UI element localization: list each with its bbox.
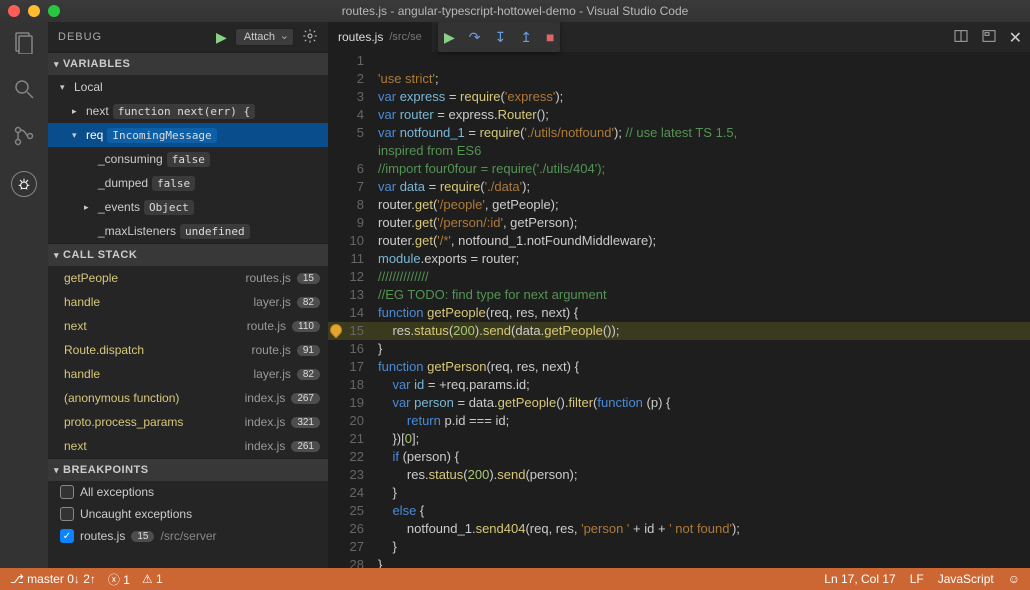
start-debug-button[interactable]: ▶ — [216, 29, 227, 46]
code-line[interactable]: 8router.get('/people', getPeople); — [328, 196, 1030, 214]
code-line[interactable]: 19 var person = data.getPeople().filter(… — [328, 394, 1030, 412]
code-line[interactable]: 3var express = require('express'); — [328, 88, 1030, 106]
code-line[interactable]: 23 res.status(200).send(person); — [328, 466, 1030, 484]
tab-bar: routes.js /src/se ▶ ↷ ↧ ↥ ■ ✕ — [328, 22, 1030, 52]
step-out-button[interactable]: ↥ — [520, 29, 532, 46]
step-into-button[interactable]: ↧ — [495, 29, 507, 46]
cursor-position[interactable]: Ln 17, Col 17 — [824, 572, 895, 586]
stack-frame[interactable]: (anonymous function)index.js267 — [48, 386, 328, 410]
split-editor-icon[interactable] — [953, 28, 969, 49]
code-line[interactable]: 13//EG TODO: find type for next argument — [328, 286, 1030, 304]
callstack-section-header[interactable]: CALL STACK — [48, 244, 328, 266]
code-line[interactable]: 26 notfound_1.send404(req, res, 'person … — [328, 520, 1030, 538]
debug-icon[interactable] — [11, 171, 37, 197]
language-mode[interactable]: JavaScript — [938, 572, 994, 586]
editor: routes.js /src/se ▶ ↷ ↧ ↥ ■ ✕ 𝙸 12'use s… — [328, 22, 1030, 568]
breakpoints-section-header[interactable]: BREAKPOINTS — [48, 459, 328, 481]
variable-row[interactable]: _maxListeners undefined — [48, 219, 328, 243]
code-line[interactable]: 18 var id = +req.params.id; — [328, 376, 1030, 394]
checkbox[interactable] — [60, 507, 74, 521]
variable-scope[interactable]: ▾Local — [48, 75, 328, 99]
debug-sidebar: DEBUG ▶ Attach VARIABLES ▾Local ▸next fu… — [48, 22, 328, 568]
code-line[interactable]: 24 } — [328, 484, 1030, 502]
variable-row[interactable]: ▸_events Object — [48, 195, 328, 219]
gear-icon[interactable] — [302, 28, 318, 47]
tab-path: /src/se — [389, 31, 421, 43]
debug-header: DEBUG ▶ Attach — [48, 22, 328, 52]
stack-frame[interactable]: Route.dispatchroute.js91 — [48, 338, 328, 362]
activity-bar — [0, 22, 48, 568]
feedback-icon[interactable]: ☺ — [1008, 572, 1020, 586]
stack-frame[interactable]: handlelayer.js82 — [48, 362, 328, 386]
code-line[interactable]: 2'use strict'; — [328, 70, 1030, 88]
code-line[interactable]: 25 else { — [328, 502, 1030, 520]
code-line[interactable]: 1 — [328, 52, 1030, 70]
code-line[interactable]: 21 })[0]; — [328, 430, 1030, 448]
close-icon[interactable]: ✕ — [1009, 28, 1022, 49]
variable-row[interactable]: _consuming false — [48, 147, 328, 171]
status-warnings[interactable]: ⚠ 1 — [142, 572, 163, 586]
code-line[interactable]: 6//import four0four = require('./utils/4… — [328, 160, 1030, 178]
code-line[interactable]: 9router.get('/person/:id', getPerson); — [328, 214, 1030, 232]
editor-tab[interactable]: routes.js /src/se — [328, 22, 432, 52]
debug-toolbar[interactable]: ▶ ↷ ↧ ↥ ■ — [438, 22, 560, 52]
variable-row[interactable]: _dumped false — [48, 171, 328, 195]
search-icon[interactable] — [12, 77, 36, 106]
git-branch[interactable]: ⎇ master 0↓ 2↑ — [10, 572, 96, 586]
stack-frame[interactable]: handlelayer.js82 — [48, 290, 328, 314]
code-line[interactable]: 28} — [328, 556, 1030, 568]
code-line[interactable]: 7var data = require('./data'); — [328, 178, 1030, 196]
debug-title: DEBUG — [58, 31, 208, 43]
tab-filename: routes.js — [338, 30, 383, 44]
code-line[interactable]: 20 return p.id === id; — [328, 412, 1030, 430]
continue-button[interactable]: ▶ — [444, 29, 455, 46]
code-line[interactable]: 5var notfound_1 = require('./utils/notfo… — [328, 124, 1030, 142]
stop-button[interactable]: ■ — [546, 29, 554, 45]
explorer-icon[interactable] — [12, 30, 36, 59]
bp-file-entry[interactable]: ✓ routes.js 15 /src/server — [48, 525, 328, 547]
code-line[interactable]: 11module.exports = router; — [328, 250, 1030, 268]
bp-uncaught-exceptions[interactable]: Uncaught exceptions — [48, 503, 328, 525]
breakpoint-marker[interactable] — [328, 322, 344, 339]
stack-frame[interactable]: getPeopleroutes.js15 — [48, 266, 328, 290]
bp-all-exceptions[interactable]: All exceptions — [48, 481, 328, 503]
variables-section-header[interactable]: VARIABLES — [48, 53, 328, 75]
code-line[interactable]: inspired from ES6 — [328, 142, 1030, 160]
code-line[interactable]: 10router.get('/*', notfound_1.notFoundMi… — [328, 232, 1030, 250]
checkbox-checked[interactable]: ✓ — [60, 529, 74, 543]
variable-row[interactable]: ▸next function next(err) { — [48, 99, 328, 123]
code-line[interactable]: 22 if (person) { — [328, 448, 1030, 466]
code-line[interactable]: 12////////////// — [328, 268, 1030, 286]
checkbox[interactable] — [60, 485, 74, 499]
stack-frame[interactable]: nextindex.js261 — [48, 434, 328, 458]
stack-frame[interactable]: proto.process_paramsindex.js321 — [48, 410, 328, 434]
status-bar: ⎇ master 0↓ 2↑ ⓧ 1 ⚠ 1 Ln 17, Col 17 LF … — [0, 568, 1030, 590]
variable-row[interactable]: ▾req IncomingMessage — [48, 123, 328, 147]
code-line[interactable]: 4var router = express.Router(); — [328, 106, 1030, 124]
code-area[interactable]: 𝙸 12'use strict';3var express = require(… — [328, 52, 1030, 568]
step-over-button[interactable]: ↷ — [469, 29, 481, 46]
code-line[interactable]: 16} — [328, 340, 1030, 358]
code-line[interactable]: 27 } — [328, 538, 1030, 556]
status-errors[interactable]: ⓧ 1 — [108, 571, 130, 588]
titlebar: routes.js - angular-typescript-hottowel-… — [0, 0, 1030, 22]
stack-frame[interactable]: nextroute.js110 — [48, 314, 328, 338]
code-line[interactable]: 17function getPerson(req, res, next) { — [328, 358, 1030, 376]
source-control-icon[interactable] — [12, 124, 36, 153]
more-icon[interactable] — [981, 28, 997, 49]
code-line[interactable]: 15 res.status(200).send(data.getPeople()… — [328, 322, 1030, 340]
window-title: routes.js - angular-typescript-hottowel-… — [0, 4, 1030, 18]
eol-indicator[interactable]: LF — [910, 572, 924, 586]
code-line[interactable]: 14function getPeople(req, res, next) { — [328, 304, 1030, 322]
debug-config-select[interactable]: Attach — [235, 28, 294, 46]
